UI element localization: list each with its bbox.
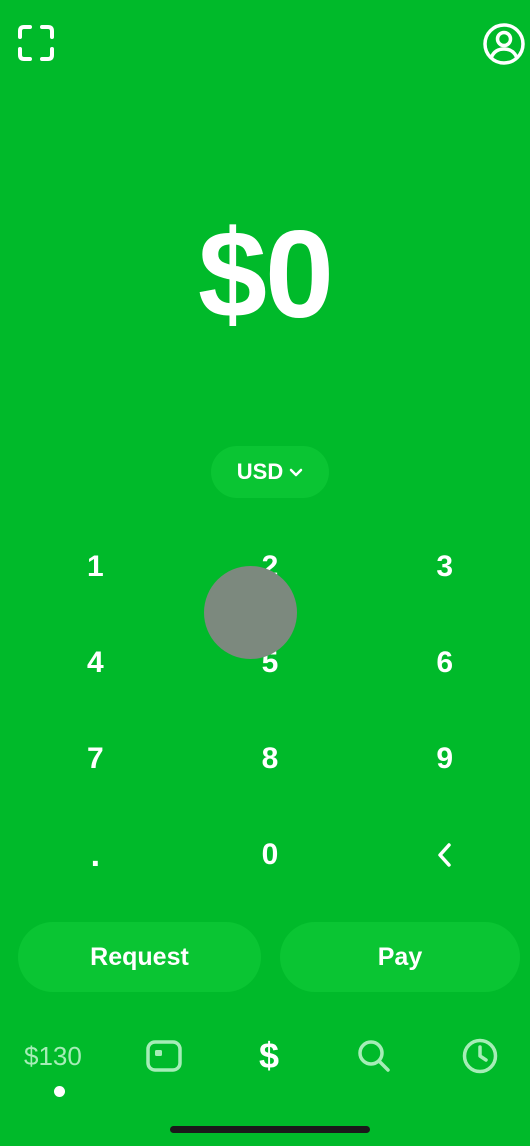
nav-search[interactable] [352, 1034, 396, 1078]
key-6[interactable]: 6 [357, 615, 530, 711]
clock-icon [462, 1038, 498, 1074]
key-0[interactable]: 0 [183, 807, 358, 903]
nav-activity[interactable] [458, 1034, 502, 1078]
scan-icon [18, 25, 54, 61]
currency-selector[interactable]: USD [211, 446, 329, 498]
profile-button[interactable] [480, 20, 528, 68]
active-tab-dot [54, 1086, 65, 1097]
nav-balance[interactable]: $130 [24, 1036, 82, 1076]
pay-button[interactable]: Pay [280, 922, 520, 992]
home-indicator [170, 1126, 370, 1133]
key-4[interactable]: 4 [8, 615, 183, 711]
scan-button[interactable] [14, 22, 58, 64]
chevron-down-icon [289, 468, 303, 478]
profile-icon [483, 23, 525, 65]
key-decimal[interactable]: . [8, 807, 183, 903]
key-backspace[interactable] [357, 807, 530, 903]
touch-indicator [204, 566, 297, 659]
key-9[interactable]: 9 [357, 711, 530, 807]
amount-display: $0 [198, 206, 334, 344]
card-icon [146, 1040, 182, 1072]
request-button[interactable]: Request [18, 922, 261, 992]
key-7[interactable]: 7 [8, 711, 183, 807]
chevron-left-icon [437, 843, 451, 867]
key-1[interactable]: 1 [8, 519, 183, 615]
key-8[interactable]: 8 [183, 711, 358, 807]
nav-card[interactable] [142, 1034, 186, 1078]
nav-dollar[interactable]: $ [247, 1034, 291, 1078]
key-3[interactable]: 3 [357, 519, 530, 615]
search-icon [358, 1040, 390, 1072]
currency-label: USD [236, 459, 284, 484]
dollar-icon: $ [258, 1035, 280, 1076]
